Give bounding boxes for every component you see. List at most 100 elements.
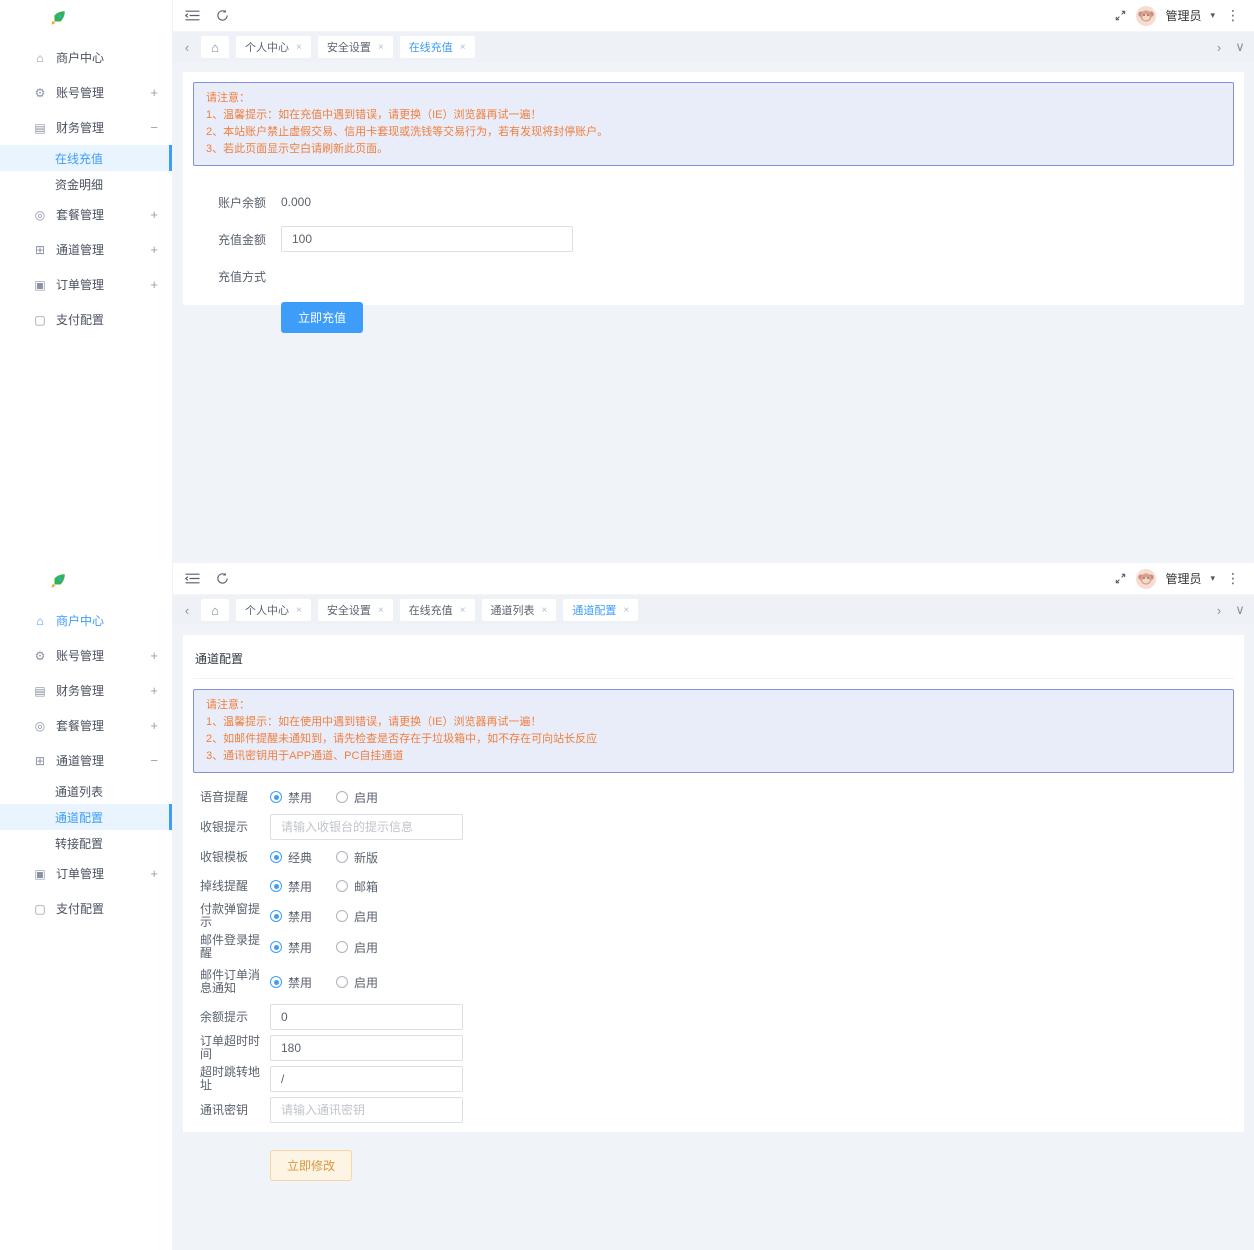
close-icon[interactable]: × — [460, 42, 466, 53]
expand-icon: + — [150, 718, 158, 733]
tabs-menu-icon[interactable]: ∨ — [1233, 602, 1247, 618]
radio-option-email[interactable]: 邮箱 — [336, 878, 378, 895]
sidebar-item-label: 商户中心 — [56, 49, 104, 66]
balance-value: 0.000 — [281, 195, 311, 209]
tab-home[interactable]: ⌂ — [201, 599, 229, 621]
radio-label: 启用 — [354, 789, 378, 806]
chevron-down-icon[interactable]: ▾ — [1210, 573, 1215, 584]
radio-label: 启用 — [354, 939, 378, 956]
sidebar-item-pay-config[interactable]: ▢ 支付配置 — [0, 891, 172, 926]
radio-checked-icon — [270, 880, 282, 892]
tab-online-recharge[interactable]: 在线充值 × — [400, 599, 475, 621]
main-column: 管理员 ▾ ⋮ ‹ ⌂ 个人中心 × 安全设置 × 在线充值 × — [173, 563, 1254, 1250]
radio-option-disable[interactable]: 禁用 — [270, 974, 312, 991]
tabs-scroll-left-icon[interactable]: ‹ — [180, 603, 194, 618]
fullscreen-icon[interactable] — [1114, 9, 1127, 22]
radio-option-enable[interactable]: 启用 — [336, 974, 378, 991]
notice-line: 3、若此页面显示空白请刷新此页面。 — [206, 141, 1221, 158]
tab-label: 在线充值 — [409, 39, 453, 55]
gear-icon: ⚙ — [33, 86, 47, 100]
screenshot-channel-config: ⌂ 商户中心 ⚙ 账号管理 + ▤ 财务管理 + ◎ 套餐管理 + ⊞ 通道管理 — [0, 563, 1254, 1250]
menu-fold-icon[interactable] — [185, 572, 200, 585]
tabs-scroll-right-icon[interactable]: › — [1212, 40, 1226, 55]
sidebar-subitem-online-recharge[interactable]: 在线充值 — [0, 145, 172, 171]
sidebar-item-channel-mgmt[interactable]: ⊞ 通道管理 − — [0, 743, 172, 778]
admin-dropdown-label[interactable]: 管理员 — [1165, 7, 1201, 24]
sidebar-item-finance-mgmt[interactable]: ▤ 财务管理 − — [0, 110, 172, 145]
tabs-menu-icon[interactable]: ∨ — [1233, 39, 1247, 55]
sidebar-item-order-mgmt[interactable]: ▣ 订单管理 + — [0, 856, 172, 891]
logo[interactable] — [0, 563, 172, 599]
more-menu-icon[interactable]: ⋮ — [1224, 7, 1242, 24]
sidebar-item-pay-config[interactable]: ▢ 支付配置 — [0, 302, 172, 337]
close-icon[interactable]: × — [623, 605, 629, 616]
sidebar-subitem-channel-config[interactable]: 通道配置 — [0, 804, 172, 830]
tabs-scroll-right-icon[interactable]: › — [1212, 603, 1226, 618]
radio-option-disable[interactable]: 禁用 — [270, 789, 312, 806]
balance-tip-input[interactable] — [270, 1004, 463, 1030]
tabs-scroll-left-icon[interactable]: ‹ — [180, 40, 194, 55]
tab-personal-center[interactable]: 个人中心 × — [236, 599, 311, 621]
sidebar-item-account-mgmt[interactable]: ⚙ 账号管理 + — [0, 638, 172, 673]
sidebar-item-merchant-center[interactable]: ⌂ 商户中心 — [0, 40, 172, 75]
sidebar-item-order-mgmt[interactable]: ▣ 订单管理 + — [0, 267, 172, 302]
user-avatar[interactable] — [1136, 569, 1156, 589]
sidebar-item-label: 财务管理 — [56, 119, 104, 136]
radio-unchecked-icon — [336, 851, 348, 863]
sidebar-subitem-label: 通道列表 — [55, 783, 103, 800]
fullscreen-icon[interactable] — [1114, 572, 1127, 585]
refresh-icon[interactable] — [216, 9, 229, 22]
tab-security-settings[interactable]: 安全设置 × — [318, 599, 393, 621]
close-icon[interactable]: × — [460, 605, 466, 616]
tab-channel-config[interactable]: 通道配置 × — [563, 599, 638, 621]
admin-dropdown-label[interactable]: 管理员 — [1165, 570, 1201, 587]
radio-option-enable[interactable]: 启用 — [336, 789, 378, 806]
close-icon[interactable]: × — [378, 605, 384, 616]
sidebar-item-merchant-center[interactable]: ⌂ 商户中心 — [0, 603, 172, 638]
sidebar-subitem-channel-list[interactable]: 通道列表 — [0, 778, 172, 804]
comm-secret-input[interactable] — [270, 1097, 463, 1123]
radio-option-disable[interactable]: 禁用 — [270, 878, 312, 895]
user-avatar[interactable] — [1136, 6, 1156, 26]
chevron-down-icon[interactable]: ▾ — [1210, 10, 1215, 21]
amount-input[interactable] — [281, 226, 573, 252]
tab-personal-center[interactable]: 个人中心 × — [236, 36, 311, 58]
radio-option-new[interactable]: 新版 — [336, 849, 378, 866]
tab-home[interactable]: ⌂ — [201, 36, 229, 58]
home-icon: ⌂ — [211, 40, 219, 55]
tab-channel-list[interactable]: 通道列表 × — [482, 599, 557, 621]
sidebar-item-package-mgmt[interactable]: ◎ 套餐管理 + — [0, 708, 172, 743]
logo[interactable] — [0, 0, 172, 36]
sidebar-item-label: 账号管理 — [56, 647, 104, 664]
order-timeout-input[interactable] — [270, 1035, 463, 1061]
menu-fold-icon[interactable] — [185, 9, 200, 22]
radio-option-disable[interactable]: 禁用 — [270, 939, 312, 956]
sidebar-subitem-fund-detail[interactable]: 资金明细 — [0, 171, 172, 197]
sidebar-item-package-mgmt[interactable]: ◎ 套餐管理 + — [0, 197, 172, 232]
sidebar-item-account-mgmt[interactable]: ⚙ 账号管理 + — [0, 75, 172, 110]
cashier-tip-input[interactable] — [270, 814, 463, 840]
recharge-card: 请注意： 1、温馨提示：如在充值中遇到错误，请更换（IE）浏览器再试一遍！ 2、… — [183, 72, 1244, 305]
radio-option-disable[interactable]: 禁用 — [270, 908, 312, 925]
close-icon[interactable]: × — [296, 42, 302, 53]
sidebar-item-channel-mgmt[interactable]: ⊞ 通道管理 + — [0, 232, 172, 267]
radio-option-enable[interactable]: 启用 — [336, 939, 378, 956]
recharge-now-button[interactable]: 立即充值 — [281, 302, 363, 333]
sidebar-subitem-transfer-config[interactable]: 转接配置 — [0, 830, 172, 856]
sidebar-item-finance-mgmt[interactable]: ▤ 财务管理 + — [0, 673, 172, 708]
close-icon[interactable]: × — [378, 42, 384, 53]
close-icon[interactable]: × — [542, 605, 548, 616]
order-icon: ▣ — [33, 867, 47, 881]
modify-now-button[interactable]: 立即修改 — [270, 1150, 352, 1181]
radio-option-enable[interactable]: 启用 — [336, 908, 378, 925]
refresh-icon[interactable] — [216, 572, 229, 585]
close-icon[interactable]: × — [296, 605, 302, 616]
timeout-redirect-input[interactable] — [270, 1066, 463, 1092]
tab-security-settings[interactable]: 安全设置 × — [318, 36, 393, 58]
expand-icon: + — [150, 648, 158, 663]
tab-online-recharge[interactable]: 在线充值 × — [400, 36, 475, 58]
more-menu-icon[interactable]: ⋮ — [1224, 570, 1242, 587]
radio-option-classic[interactable]: 经典 — [270, 849, 312, 866]
cashier-template-radio-group: 经典 新版 — [270, 849, 378, 866]
radio-checked-icon — [270, 910, 282, 922]
